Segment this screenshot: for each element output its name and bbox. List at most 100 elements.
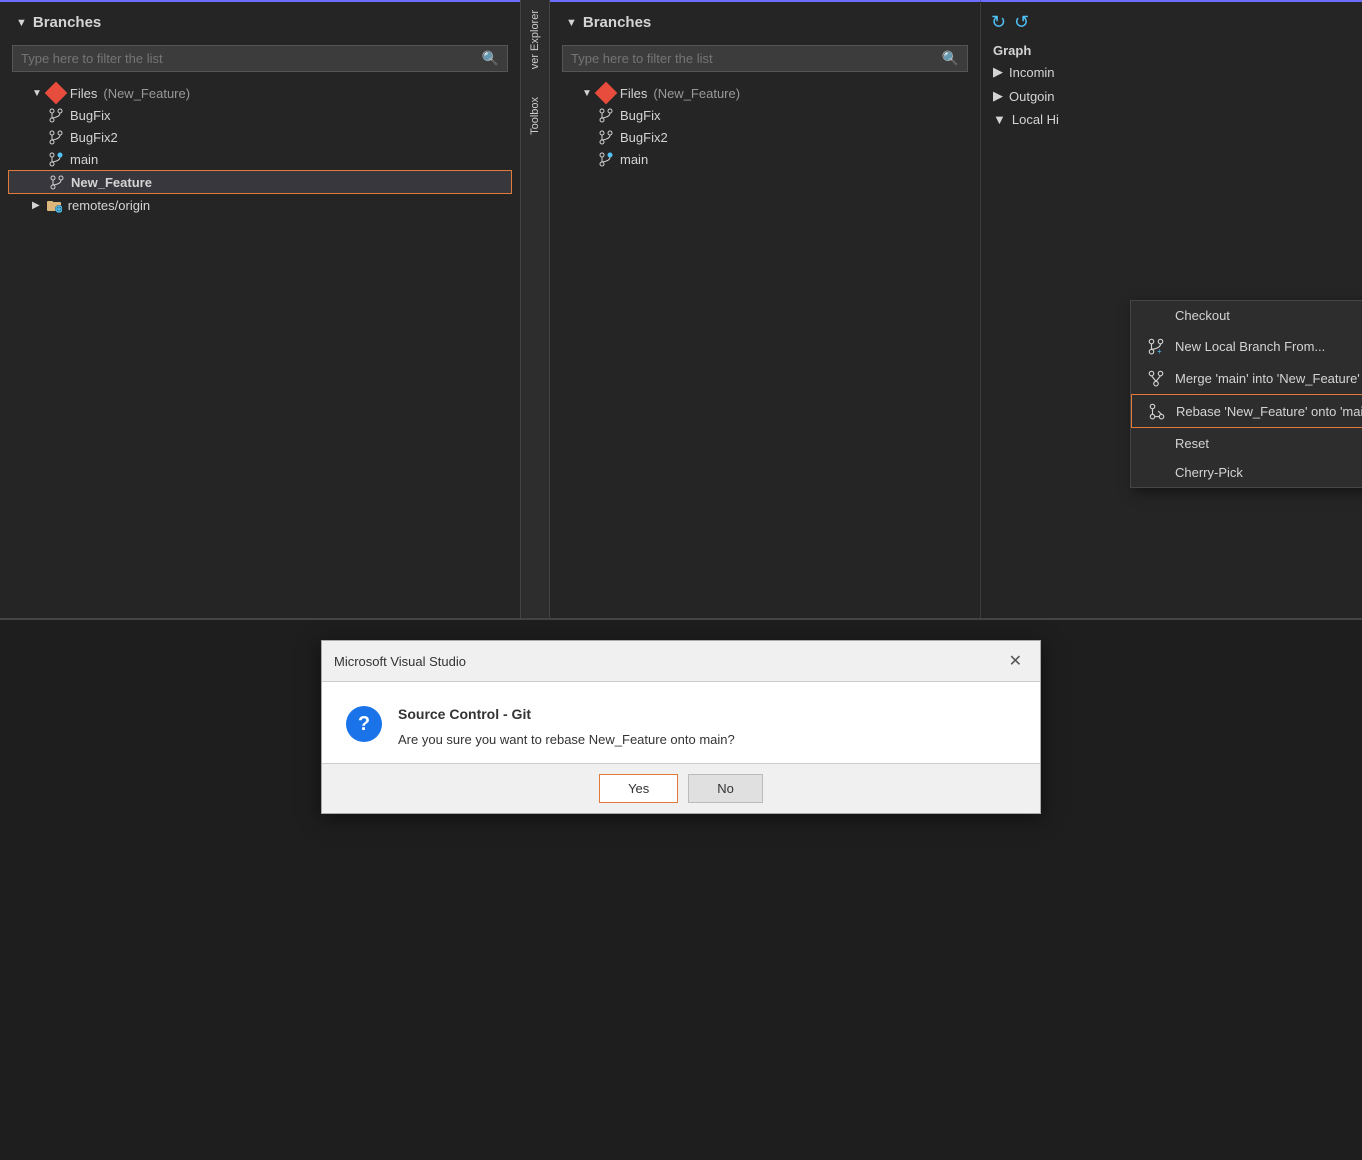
right-git-icon-bugfix2 <box>598 129 614 145</box>
left-remotes-label: remotes/origin <box>68 198 150 213</box>
reset-label: Reset <box>1175 436 1209 451</box>
graph-label: Graph <box>981 41 1362 60</box>
remotes-folder-icon <box>46 197 62 213</box>
svg-text:+: + <box>58 155 62 161</box>
question-icon: ? <box>346 706 382 742</box>
dialog-overlay: Microsoft Visual Studio ✕ ? Source Contr… <box>0 620 1362 1160</box>
left-bugfix-label: BugFix <box>70 108 110 123</box>
back-icon[interactable]: ↺ <box>1014 12 1029 33</box>
rebase-label: Rebase 'New_Feature' onto 'main' <box>1176 404 1362 419</box>
left-files-label: Files <box>70 86 97 101</box>
git-branch-icon-main: + <box>48 151 64 167</box>
dialog-message: Are you sure you want to rebase New_Feat… <box>398 732 1016 747</box>
left-filter-input[interactable] <box>21 51 476 66</box>
right-branch-main[interactable]: main <box>558 148 972 170</box>
far-right-icons: ↻ ↺ <box>981 8 1362 37</box>
right-git-icon-main <box>598 151 614 167</box>
no-button[interactable]: No <box>688 774 763 803</box>
left-branch-bugfix2[interactable]: BugFix2 <box>8 126 512 148</box>
right-branch-bugfix2[interactable]: BugFix2 <box>558 126 972 148</box>
right-git-icon-bugfix <box>598 107 614 123</box>
new-branch-icon: + <box>1147 337 1165 355</box>
right-files-label: Files <box>620 86 647 101</box>
svg-text:+: + <box>1157 347 1162 355</box>
left-tree: ▼ Files (New_Feature) BugFix <box>0 82 520 216</box>
merge-icon <box>1147 369 1165 387</box>
cherry-pick-label: Cherry-Pick <box>1175 465 1243 480</box>
left-remotes-origin[interactable]: ▶ remotes/origin <box>8 194 512 216</box>
dialog-close-button[interactable]: ✕ <box>1003 649 1028 673</box>
left-branch-new-feature[interactable]: New_Feature <box>8 170 512 194</box>
yes-button[interactable]: Yes <box>599 774 678 803</box>
right-panel-title: Branches <box>583 14 651 31</box>
mid-separator: ver Explorer Toolbox <box>520 0 550 640</box>
checkout-label: Checkout <box>1175 308 1230 323</box>
right-search-icon: 🔍 <box>942 50 959 67</box>
left-branch-main[interactable]: + main <box>8 148 512 170</box>
dialog-titlebar: Microsoft Visual Studio ✕ <box>322 641 1040 682</box>
left-branches-panel: ▼ Branches 🔍 ▼ Files (New_Feature) <box>0 0 520 640</box>
right-files-triangle: ▼ <box>582 88 592 99</box>
right-filter-box[interactable]: 🔍 <box>562 45 968 72</box>
incoming-item[interactable]: ▶ Incomin <box>981 60 1362 84</box>
right-panels: ▼ Branches 🔍 ▼ Files (New_Feature) <box>550 0 1362 640</box>
diamond-icon <box>45 82 68 105</box>
dialog-footer: Yes No <box>322 763 1040 813</box>
toolbox-tab[interactable]: Toolbox <box>529 87 541 145</box>
local-hi-tri: ▼ <box>993 112 1006 127</box>
local-hi-label: Local Hi <box>1012 112 1059 127</box>
dialog-title: Microsoft Visual Studio <box>334 654 466 669</box>
remotes-triangle: ▶ <box>32 200 40 211</box>
left-bugfix2-label: BugFix2 <box>70 130 118 145</box>
context-merge[interactable]: Merge 'main' into 'New_Feature' <box>1131 362 1362 394</box>
left-files-node[interactable]: ▼ Files (New_Feature) <box>8 82 512 104</box>
rebase-icon <box>1148 402 1166 420</box>
context-checkout[interactable]: Checkout <box>1131 301 1362 330</box>
left-panel-title: Branches <box>33 14 101 31</box>
outgoing-item[interactable]: ▶ Outgoin <box>981 84 1362 108</box>
left-branch-bugfix[interactable]: BugFix <box>8 104 512 126</box>
left-main-label: main <box>70 152 98 167</box>
right-main-label: main <box>620 152 648 167</box>
left-filter-box[interactable]: 🔍 <box>12 45 508 72</box>
context-menu: Checkout + New Local Branch From... <box>1130 300 1362 488</box>
dialog-source-control-label: Source Control - Git <box>398 706 1016 722</box>
context-reset[interactable]: Reset ▶ <box>1131 428 1362 458</box>
left-panel-header: ▼ Branches <box>0 2 520 39</box>
context-new-local-branch[interactable]: + New Local Branch From... <box>1131 330 1362 362</box>
git-branch-icon-newfeature <box>49 174 65 190</box>
refresh-icon[interactable]: ↻ <box>991 12 1006 33</box>
right-branch-bugfix[interactable]: BugFix <box>558 104 972 126</box>
left-search-icon: 🔍 <box>482 50 499 67</box>
context-rebase[interactable]: Rebase 'New_Feature' onto 'main' <box>1131 394 1362 428</box>
outgoing-tri: ▶ <box>993 88 1003 104</box>
left-files-sublabel: (New_Feature) <box>103 86 190 101</box>
dialog-box: Microsoft Visual Studio ✕ ? Source Contr… <box>321 640 1041 814</box>
left-panel-triangle: ▼ <box>16 17 27 29</box>
new-local-branch-label: New Local Branch From... <box>1175 339 1325 354</box>
git-branch-icon-2 <box>48 129 64 145</box>
outgoing-label: Outgoin <box>1009 89 1055 104</box>
right-panel-triangle: ▼ <box>566 17 577 29</box>
right-diamond-icon <box>595 82 618 105</box>
right-bugfix2-label: BugFix2 <box>620 130 668 145</box>
right-bugfix-label: BugFix <box>620 108 660 123</box>
files-triangle: ▼ <box>32 88 42 99</box>
git-branch-icon <box>48 107 64 123</box>
right-panel-header: ▼ Branches <box>550 2 980 39</box>
context-cherry-pick[interactable]: Cherry-Pick <box>1131 458 1362 487</box>
dialog-text-area: Source Control - Git Are you sure you wa… <box>398 706 1016 747</box>
right-filter-input[interactable] <box>571 51 936 66</box>
incoming-tri: ▶ <box>993 64 1003 80</box>
right-branches-panel: ▼ Branches 🔍 ▼ Files (New_Feature) <box>550 0 980 640</box>
ver-explorer-tab[interactable]: ver Explorer <box>529 0 541 79</box>
incoming-label: Incomin <box>1009 65 1055 80</box>
left-new-feature-label: New_Feature <box>71 175 152 190</box>
right-files-node[interactable]: ▼ Files (New_Feature) <box>558 82 972 104</box>
folder-svg <box>46 197 62 213</box>
local-hi-item[interactable]: ▼ Local Hi <box>981 108 1362 131</box>
right-tree: ▼ Files (New_Feature) BugFix <box>550 82 980 170</box>
right-files-sublabel: (New_Feature) <box>653 86 740 101</box>
merge-label: Merge 'main' into 'New_Feature' <box>1175 371 1360 386</box>
dialog-content: ? Source Control - Git Are you sure you … <box>322 682 1040 763</box>
